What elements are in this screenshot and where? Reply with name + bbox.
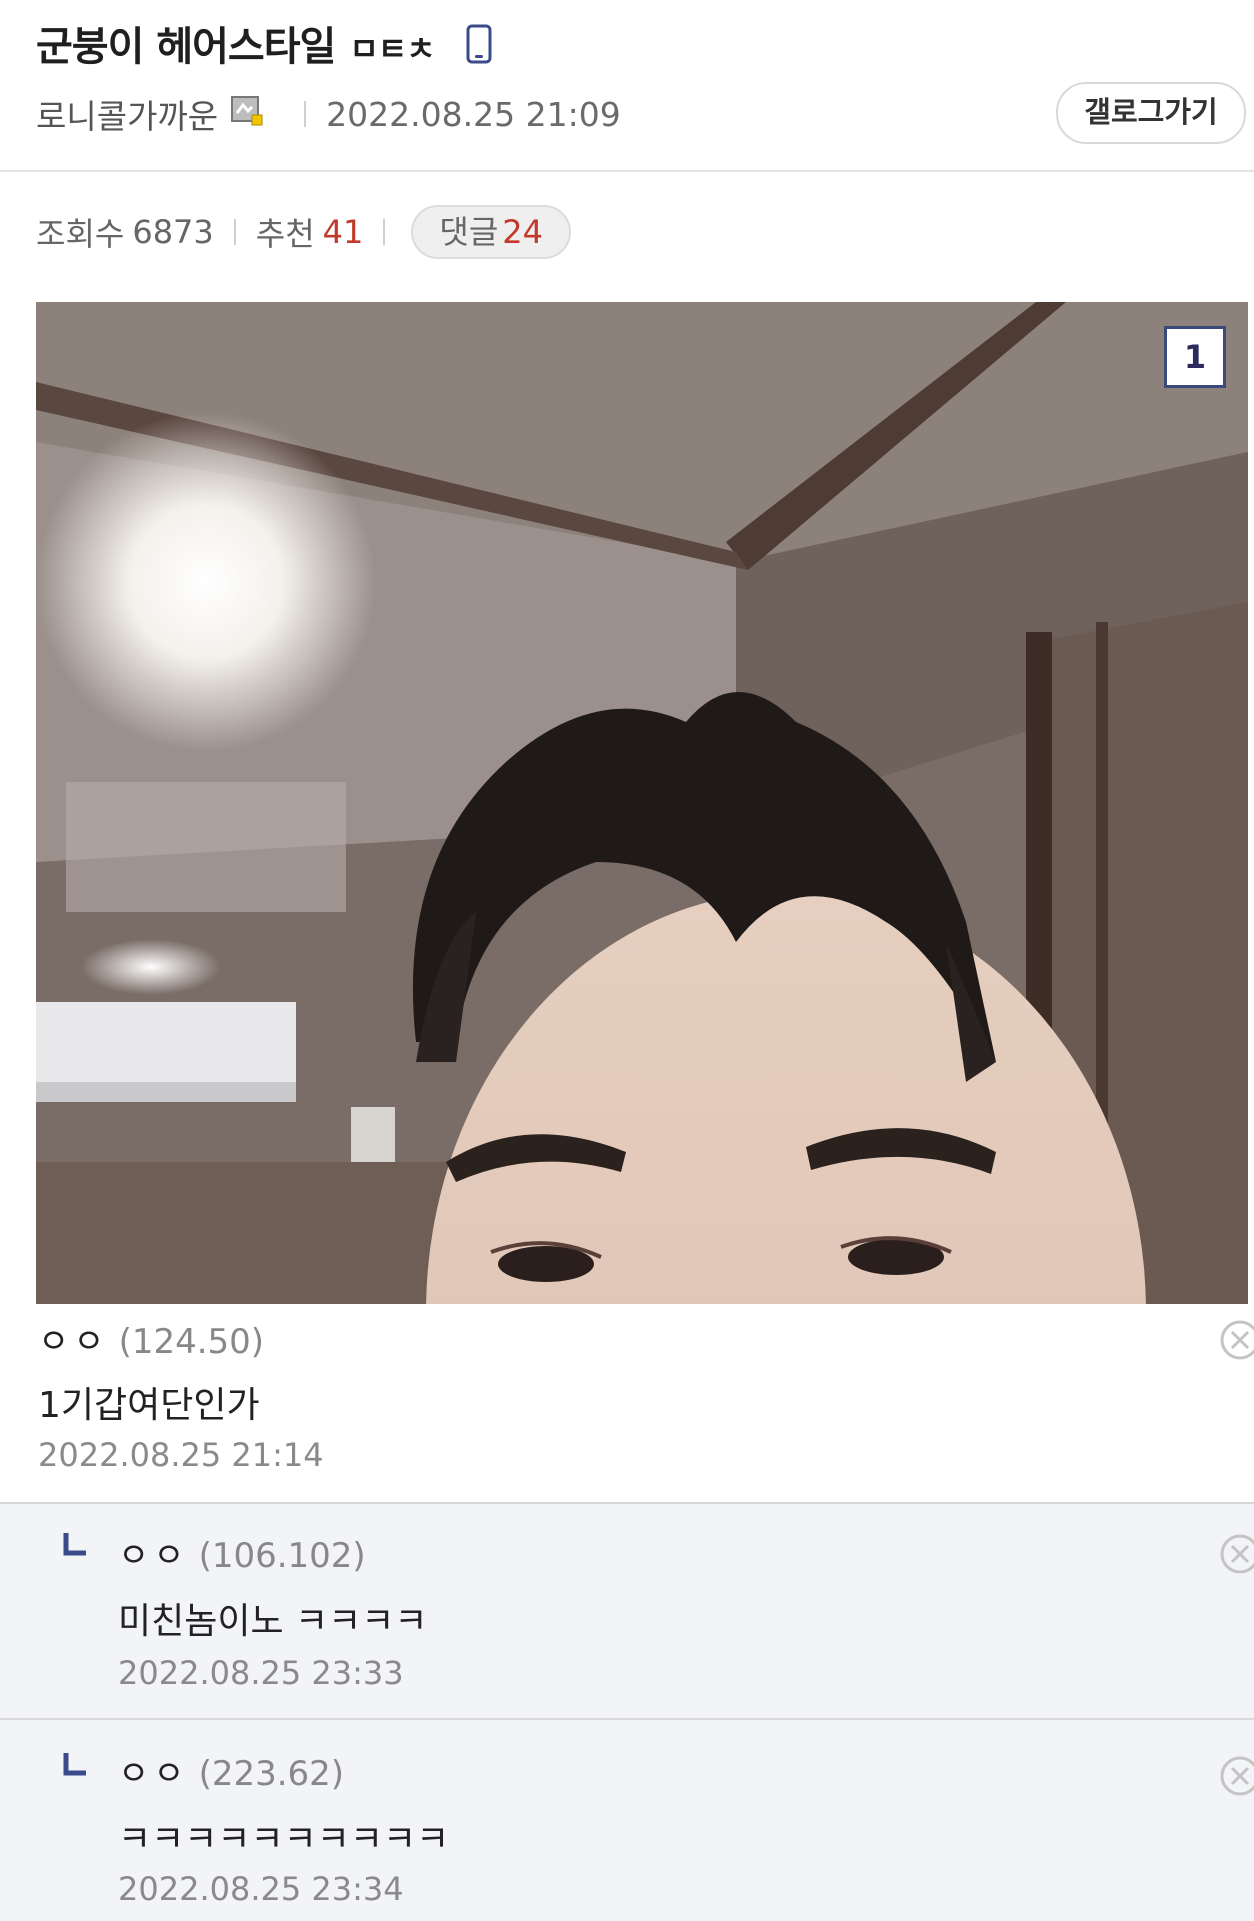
stats-divider	[383, 219, 386, 245]
post-image[interactable]: 1	[36, 302, 1248, 1304]
delete-x-icon[interactable]	[1220, 1756, 1254, 1796]
mobile-phone-icon	[466, 24, 492, 74]
comment-author[interactable]: ㅇㅇ	[118, 1536, 189, 1576]
post-meta: 로니콜가까운 2022.08.25 21:09	[36, 90, 621, 138]
comment-ip: (106.102)	[198, 1536, 366, 1576]
author-name[interactable]: 로니콜가까운	[36, 90, 218, 138]
reply-arrow-icon	[62, 1750, 88, 1785]
reply-arrow-icon	[62, 1530, 88, 1565]
reply-item: ㅇㅇ (106.102) 미친놈이노 ㅋㅋㅋㅋ 2022.08.25 23:33	[0, 1504, 1254, 1720]
post-header: 군붕이 헤어스타일 ㅁㅌㅊ 로니콜가까운 2022.08.25 21:09 갤로그…	[0, 0, 1254, 172]
comment-text: 1기갑여단인가	[38, 1385, 260, 1426]
recommend-count: 41	[322, 213, 364, 251]
gallog-button[interactable]: 갤로그가기	[1056, 82, 1246, 144]
recommend-label: 추천	[255, 215, 315, 253]
comment-text: ㅋㅋㅋㅋㅋㅋㅋㅋㅋㅋ	[118, 1819, 450, 1860]
stats-divider	[233, 219, 236, 245]
reply-item: ㅇㅇ (223.62) ㅋㅋㅋㅋㅋㅋㅋㅋㅋㅋ 2022.08.25 23:34	[0, 1720, 1254, 1921]
views-label: 조회수	[36, 215, 125, 253]
comment-ip: (124.50)	[118, 1322, 265, 1362]
post-title-suffix: ㅁㅌㅊ	[349, 30, 435, 68]
comments-pill[interactable]: 댓글 24	[411, 205, 571, 259]
comment-ip: (223.62)	[198, 1754, 345, 1794]
comment-header: ㅇㅇ (223.62)	[118, 1746, 344, 1795]
post-stats: 조회수 6873 추천 41 댓글 24	[36, 205, 571, 259]
comment-item: ㅇㅇ (124.50) 1기갑여단인가 2022.08.25 21:14	[0, 1306, 1254, 1504]
comment-header: ㅇㅇ (124.50)	[38, 1314, 264, 1363]
comments-count: 24	[502, 213, 543, 251]
comment-date: 2022.08.25 23:34	[118, 1870, 404, 1908]
views-count: 6873	[132, 213, 214, 251]
post-title-text: 군붕이 헤어스타일	[36, 24, 336, 70]
image-index-badge: 1	[1164, 326, 1226, 388]
delete-x-icon[interactable]	[1220, 1320, 1254, 1360]
post-date: 2022.08.25 21:09	[326, 94, 621, 134]
comments-label: 댓글	[439, 213, 499, 251]
comment-text: 미친놈이노 ㅋㅋㅋㅋ	[118, 1601, 428, 1642]
meta-divider	[304, 101, 307, 127]
post-title: 군붕이 헤어스타일 ㅁㅌㅊ	[36, 14, 492, 74]
gallery-level-icon	[230, 93, 264, 135]
delete-x-icon[interactable]	[1220, 1534, 1254, 1574]
comment-header: ㅇㅇ (106.102)	[118, 1528, 366, 1577]
comment-author[interactable]: ㅇㅇ	[118, 1754, 189, 1794]
comment-date: 2022.08.25 21:14	[38, 1436, 324, 1474]
comment-author[interactable]: ㅇㅇ	[38, 1322, 109, 1362]
comment-date: 2022.08.25 23:33	[118, 1654, 404, 1692]
